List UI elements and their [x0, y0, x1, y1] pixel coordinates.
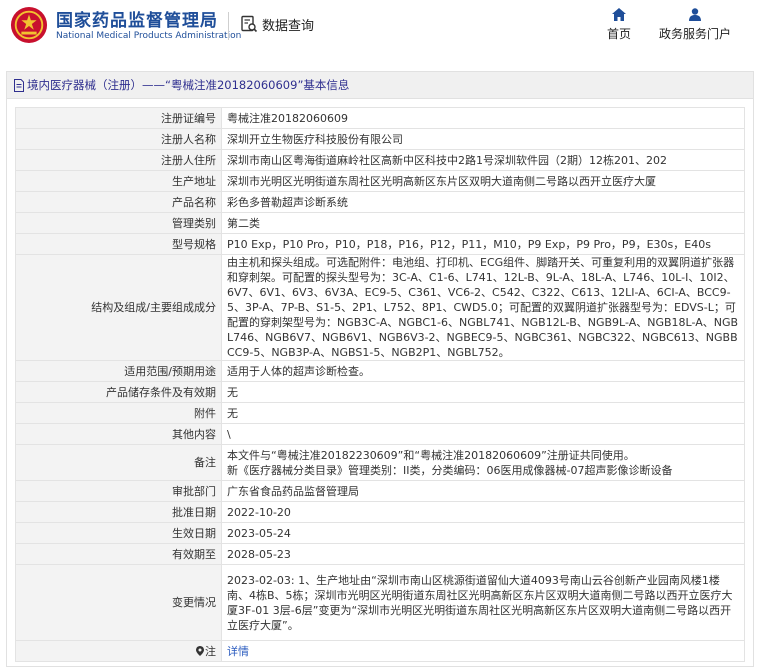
table-row: 有效期至 2028-05-23: [15, 543, 745, 565]
row-value: 适用于人体的超声诊断检查。: [221, 360, 745, 382]
row-label: 附件: [15, 402, 222, 424]
row-label: 适用范围/预期用途: [15, 360, 222, 382]
row-value: 深圳市光明区光明街道东周社区光明高新区东片区双明大道南侧二号路以西开立医疗大厦: [221, 170, 745, 192]
row-label: 审批部门: [15, 480, 222, 502]
row-value: 粤械注准20182060609: [221, 107, 745, 129]
row-label: 有效期至: [15, 543, 222, 565]
row-label: 注册人名称: [15, 128, 222, 150]
row-value: 本文件与“粤械注准20182230609”和“粤械注准20182060609”注…: [221, 444, 745, 481]
row-value: \: [221, 423, 745, 445]
table-row: 结构及组成/主要组成成分 由主机和探头组成。可选配附件：电池组、打印机、ECG组件…: [15, 254, 745, 361]
site-title[interactable]: 国家药品监督管理局: [56, 6, 218, 31]
row-label: 生产地址: [15, 170, 222, 192]
data-query-label: 数据查询: [262, 18, 315, 34]
row-value: 2023-02-03: 1、生产地址由“深圳市南山区桃源街道留仙大道4093号南…: [221, 564, 745, 641]
row-value: 2023-05-24: [221, 522, 745, 544]
row-value: 由主机和探头组成。可选配附件：电池组、打印机、ECG组件、脚踏开关、可重复利用的…: [221, 254, 745, 361]
table-row: 产品名称 彩色多普勒超声诊断系统: [15, 191, 745, 213]
row-label-note: 注: [15, 640, 222, 662]
data-query-link[interactable]: 数据查询: [240, 12, 314, 36]
row-label: 生效日期: [15, 522, 222, 544]
registration-info-table: 注册证编号 粤械注准20182060609 注册人名称 深圳开立生物医疗科技股份有限…: [15, 107, 745, 662]
row-label: 备注: [15, 444, 222, 481]
nav-home-label: 首页: [606, 27, 631, 41]
row-value: 无: [221, 381, 745, 403]
row-value: P10 Exp，P10 Pro，P10，P18，P16，P12，P11，M10，…: [221, 233, 745, 255]
panel-title: 境内医疗器械（注册）——“粤械注准20182060609”基本信息: [27, 78, 350, 92]
home-icon: [612, 8, 626, 21]
table-row: 产品储存条件及有效期无: [15, 381, 745, 403]
national-emblem-icon[interactable]: [10, 6, 48, 44]
table-row: 注册人名称 深圳开立生物医疗科技股份有限公司: [15, 128, 745, 150]
table-row: 注册证编号 粤械注准20182060609: [15, 107, 745, 129]
table-row: 批准日期 2022-10-20: [15, 501, 745, 523]
row-label: 变更情况: [15, 564, 222, 641]
table-row: 其他内容 \: [15, 423, 745, 445]
row-value: 详情: [221, 640, 745, 662]
row-label: 型号规格: [15, 233, 222, 255]
detail-link[interactable]: 详情: [227, 645, 249, 658]
table-row: 附件无: [15, 402, 745, 424]
nav-service-label: 政务服务门户: [658, 27, 731, 41]
table-row: 生效日期 2023-05-24: [15, 522, 745, 544]
row-label: 批准日期: [15, 501, 222, 523]
header-divider: [228, 12, 229, 40]
site-header: 国家药品监督管理局 National Medical Products Admi…: [0, 0, 758, 62]
note-label: 注: [205, 644, 216, 658]
detail-panel: 境内医疗器械（注册）——“粤械注准20182060609”基本信息 注册证编号粤…: [6, 71, 754, 667]
table-row: 适用范围/预期用途 适用于人体的超声诊断检查。: [15, 360, 745, 382]
table-row: 注册人住所 深圳市南山区粤海街道麻岭社区高新中区科技中2路1号深圳软件园（2期）1…: [15, 149, 745, 171]
row-value: 深圳市南山区粤海街道麻岭社区高新中区科技中2路1号深圳软件园（2期）12栋201…: [221, 149, 745, 171]
row-label: 其他内容: [15, 423, 222, 445]
nav-service-portal[interactable]: 政务服务门户: [655, 8, 735, 42]
search-document-icon: [241, 15, 258, 33]
row-label: 注册证编号: [15, 107, 222, 129]
row-value: 第二类: [221, 212, 745, 234]
site-subtitle: National Medical Products Administration: [56, 31, 242, 41]
table-row: 备注 本文件与“粤械注准20182230609”和“粤械注准20182060609…: [15, 444, 745, 481]
panel-header: 境内医疗器械（注册）——“粤械注准20182060609”基本信息: [7, 72, 753, 99]
document-icon: [14, 78, 24, 92]
row-label: 注册人住所: [15, 149, 222, 171]
table-row: 变更情况 2023-02-03: 1、生产地址由“深圳市南山区桃源街道留仙大道40…: [15, 564, 745, 641]
row-value: 无: [221, 402, 745, 424]
row-label: 管理类别: [15, 212, 222, 234]
table-row: 生产地址 深圳市光明区光明街道东周社区光明高新区东片区双明大道南侧二号路以西开立医…: [15, 170, 745, 192]
row-label: 结构及组成/主要组成成分: [15, 254, 222, 361]
row-label: 产品名称: [15, 191, 222, 213]
location-pin-icon: [196, 645, 204, 656]
user-icon: [689, 8, 701, 21]
row-value: 广东省食品药品监督管理局: [221, 480, 745, 502]
table-row: 注 详情: [15, 640, 745, 662]
table-row: 型号规格 P10 Exp，P10 Pro，P10，P18，P16，P12，P11，…: [15, 233, 745, 255]
row-label: 产品储存条件及有效期: [15, 381, 222, 403]
table-row: 管理类别 第二类: [15, 212, 745, 234]
row-value: 彩色多普勒超声诊断系统: [221, 191, 745, 213]
nav-home[interactable]: 首页: [603, 8, 635, 42]
table-row: 审批部门 广东省食品药品监督管理局: [15, 480, 745, 502]
row-value: 2028-05-23: [221, 543, 745, 565]
row-value: 深圳开立生物医疗科技股份有限公司: [221, 128, 745, 150]
row-value: 2022-10-20: [221, 501, 745, 523]
